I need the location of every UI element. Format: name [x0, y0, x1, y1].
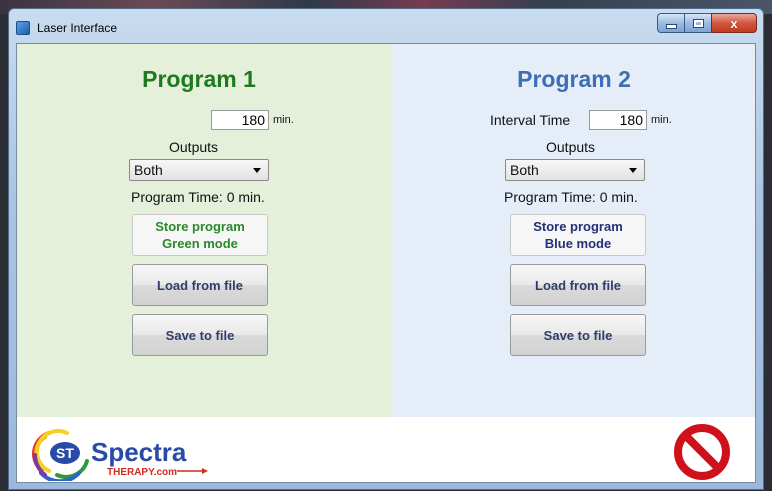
close-button[interactable]: x	[711, 13, 757, 33]
close-icon: x	[730, 15, 738, 31]
program-1-program-time: Program Time: 0 min.	[131, 189, 265, 205]
minimize-icon	[665, 23, 677, 29]
program-1-outputs-select[interactable]: Both	[129, 159, 269, 181]
title-bar[interactable]: Laser Interface x	[9, 9, 763, 43]
logo-sub-text: THERAPY.com	[107, 467, 177, 478]
program-2-outputs-value: Both	[510, 162, 539, 178]
maximize-icon	[692, 18, 704, 28]
program-2-interval-input[interactable]	[589, 110, 647, 130]
stop-button[interactable]	[673, 423, 731, 481]
chevron-down-icon	[253, 168, 261, 173]
program-2-outputs-select[interactable]: Both	[505, 159, 645, 181]
program-1-title: Program 1	[142, 66, 256, 92]
program-1-load-button[interactable]: Load from file	[132, 264, 268, 306]
program-2-interval-unit: min.	[651, 114, 672, 126]
program-2-interval-label: Interval Time	[490, 112, 571, 128]
program-2-program-time: Program Time: 0 min.	[504, 189, 638, 205]
app-icon	[16, 21, 30, 35]
laser-interface-window: Laser Interface x Program 1 min. Outputs…	[8, 8, 764, 490]
maximize-button[interactable]	[684, 13, 711, 33]
window-title: Laser Interface	[37, 21, 118, 35]
program-2-outputs-label: Outputs	[546, 139, 596, 155]
spectra-therapy-logo: ST Spectra THERAPY.com	[31, 429, 208, 481]
program-1-outputs-value: Both	[134, 162, 163, 178]
store-green-line2: Green mode	[162, 236, 238, 251]
program-2-panel: Program 2 Interval Time min. Outputs Bot…	[392, 44, 755, 417]
logo-st-text: ST	[56, 445, 74, 461]
minimize-button[interactable]	[657, 13, 684, 33]
program-2-save-button[interactable]: Save to file	[510, 314, 646, 356]
program-1-panel: Program 1 min. Outputs Both Program Time…	[17, 44, 392, 417]
prohibited-icon	[674, 424, 730, 480]
store-program-blue-button[interactable]: Store program Blue mode	[510, 214, 646, 256]
logo-brand-text: Spectra	[91, 437, 187, 467]
program-1-interval-unit: min.	[273, 114, 294, 126]
program-2-load-button[interactable]: Load from file	[510, 264, 646, 306]
footer: ST Spectra THERAPY.com	[17, 417, 755, 482]
store-program-green-button[interactable]: Store program Green mode	[132, 214, 268, 256]
program-1-save-button[interactable]: Save to file	[132, 314, 268, 356]
program-1-outputs-label: Outputs	[169, 139, 219, 155]
window-controls: x	[657, 13, 757, 33]
program-1-interval-input[interactable]	[211, 110, 269, 130]
store-green-line1: Store program	[155, 219, 245, 234]
client-area: Program 1 min. Outputs Both Program Time…	[16, 43, 756, 483]
program-2-title: Program 2	[517, 66, 631, 92]
store-blue-line1: Store program	[533, 219, 623, 234]
chevron-down-icon	[629, 168, 637, 173]
store-blue-line2: Blue mode	[544, 236, 612, 251]
